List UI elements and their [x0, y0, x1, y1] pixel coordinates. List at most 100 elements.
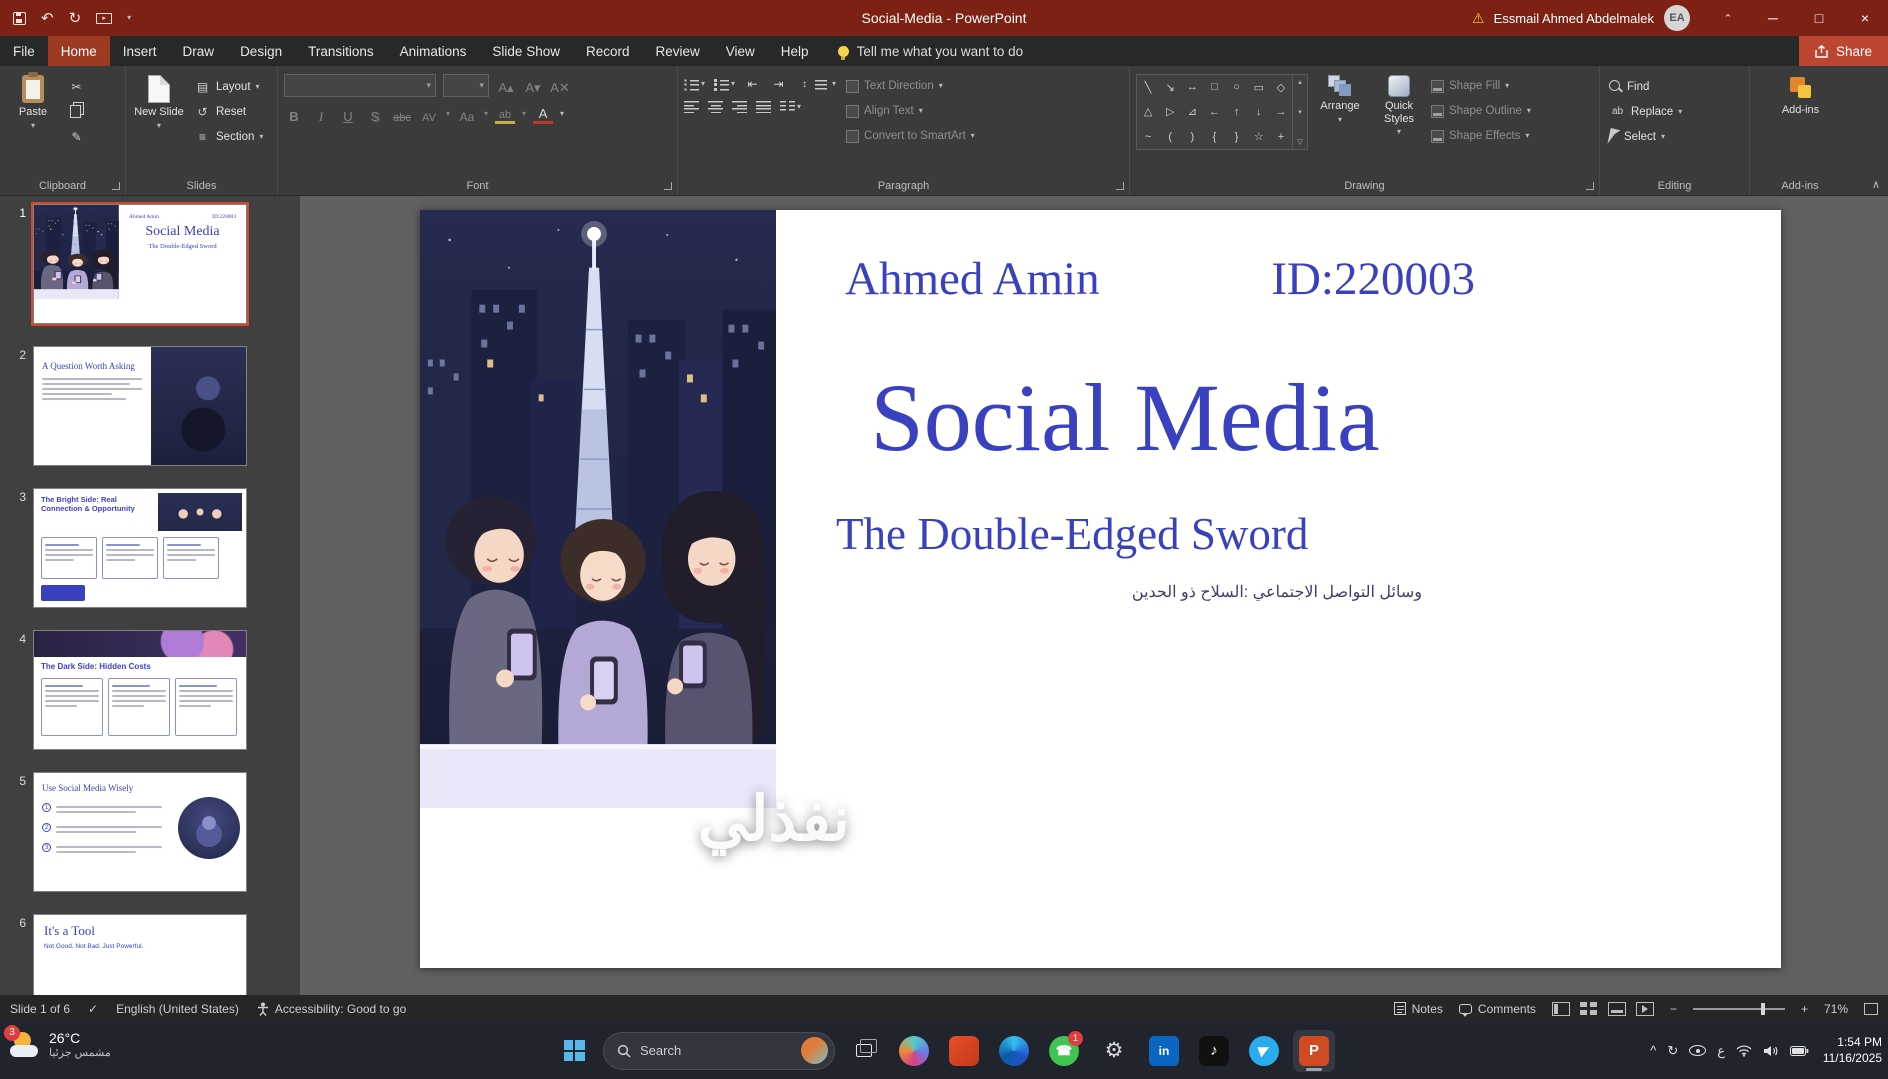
- weather-widget[interactable]: 3 26°C مشمس جزئيا: [4, 1024, 111, 1060]
- clear-formatting-button[interactable]: A✕: [550, 76, 570, 96]
- tab-draw[interactable]: Draw: [170, 36, 228, 66]
- increase-indent-button[interactable]: ⇥: [770, 76, 787, 92]
- share-button[interactable]: Share: [1798, 36, 1888, 66]
- collapse-ribbon-icon[interactable]: ∧: [1872, 178, 1880, 191]
- start-from-beginning-icon[interactable]: ▸: [96, 12, 113, 24]
- numbering-button[interactable]: ▾: [714, 77, 735, 91]
- slide-thumbnail-3[interactable]: The Bright Side: Real Connection & Oppor…: [33, 488, 247, 608]
- slide-thumbnail-5[interactable]: Use Social Media Wisely 1 2 3: [33, 772, 247, 892]
- normal-view-button[interactable]: [1551, 1001, 1570, 1016]
- columns-button[interactable]: ▾: [780, 100, 801, 113]
- cut-button[interactable]: ✂: [65, 76, 88, 97]
- format-painter-button[interactable]: ✎: [65, 126, 88, 147]
- add-ins-button[interactable]: Add-ins: [1774, 72, 1828, 175]
- task-view-button[interactable]: [843, 1030, 885, 1072]
- slide-title[interactable]: Social Media: [820, 362, 1430, 473]
- replace-button[interactable]: ab Replace ▾: [1606, 101, 1685, 122]
- align-center-button[interactable]: [708, 100, 723, 113]
- align-right-button[interactable]: [732, 100, 747, 113]
- slide-subtitle[interactable]: The Double-Edged Sword: [836, 508, 1308, 560]
- shape-outline-button[interactable]: Shape Outline ▾: [1431, 101, 1531, 121]
- redo-icon[interactable]: ↻: [69, 11, 82, 26]
- find-button[interactable]: Find: [1606, 76, 1685, 97]
- paste-button[interactable]: Paste ▾: [6, 72, 60, 175]
- line-spacing-button[interactable]: ↕ ▾: [796, 76, 836, 92]
- telegram-button[interactable]: [1243, 1030, 1285, 1072]
- align-left-button[interactable]: [684, 100, 699, 113]
- bullets-button[interactable]: ▾: [684, 77, 705, 91]
- tab-review[interactable]: Review: [643, 36, 713, 66]
- minimize-button[interactable]: ─: [1750, 0, 1796, 36]
- quick-styles-button[interactable]: Quick Styles ▾: [1372, 72, 1426, 175]
- zoom-slider[interactable]: [1692, 1002, 1785, 1015]
- drawing-dialog-launcher-icon[interactable]: [1586, 182, 1594, 190]
- settings-button[interactable]: ⚙: [1093, 1030, 1135, 1072]
- font-name-combobox[interactable]: ▾: [284, 74, 436, 97]
- zoom-in-button[interactable]: +: [1801, 1002, 1808, 1016]
- change-case-button[interactable]: Aa: [457, 104, 477, 124]
- font-size-combobox[interactable]: ▾: [443, 74, 489, 97]
- slideshow-view-button[interactable]: [1635, 1001, 1654, 1016]
- tab-record[interactable]: Record: [573, 36, 643, 66]
- font-dialog-launcher-icon[interactable]: [664, 182, 672, 190]
- tab-file[interactable]: File: [0, 36, 48, 66]
- spellcheck-icon[interactable]: ✓: [88, 1002, 98, 1016]
- customize-qat-icon[interactable]: ▾: [127, 14, 131, 22]
- close-button[interactable]: ×: [1842, 0, 1888, 36]
- sync-icon[interactable]: ↻: [1667, 1043, 1678, 1059]
- language-indicator[interactable]: English (United States): [116, 1002, 239, 1016]
- tab-animations[interactable]: Animations: [387, 36, 480, 66]
- author-text-box[interactable]: Ahmed Amin ID:220003: [845, 252, 1475, 306]
- microsoft-365-button[interactable]: [943, 1030, 985, 1072]
- shapes-gallery[interactable]: ╲ ↘ ↔ □ ○ ▭ ◇ △ ▷ ⊿ ← ↑ ↓ → ~(){} ☆ + ▴ ▾ ▽: [1136, 74, 1308, 150]
- ribbon-display-options-icon[interactable]: ⌃: [1706, 0, 1750, 36]
- character-spacing-button[interactable]: AV: [419, 104, 439, 124]
- arrange-button[interactable]: Arrange ▾: [1313, 72, 1367, 175]
- font-color-button[interactable]: A: [533, 104, 554, 124]
- underline-button[interactable]: U: [338, 104, 358, 124]
- taskbar-clock[interactable]: 1:54 PM 11/16/2025: [1820, 1035, 1882, 1066]
- fit-slide-to-window-button[interactable]: [1864, 1002, 1878, 1015]
- slide-sorter-view-button[interactable]: [1579, 1001, 1598, 1016]
- section-button[interactable]: ≡ Section ▾: [191, 126, 266, 147]
- maximize-button[interactable]: □: [1796, 0, 1842, 36]
- decrease-indent-button[interactable]: ⇤: [744, 76, 761, 92]
- hidden-icons-chevron[interactable]: ^: [1650, 1043, 1656, 1058]
- bold-button[interactable]: B: [284, 104, 304, 124]
- battery-icon[interactable]: [1790, 1045, 1809, 1056]
- reading-view-button[interactable]: [1607, 1001, 1626, 1016]
- slide-thumbnail-2[interactable]: A Question Worth Asking: [33, 346, 247, 466]
- reset-button[interactable]: ↺ Reset: [191, 101, 266, 122]
- tab-insert[interactable]: Insert: [110, 36, 170, 66]
- warning-icon[interactable]: ⚠: [1472, 10, 1485, 27]
- zoom-level[interactable]: 71%: [1824, 1002, 1848, 1016]
- tab-transitions[interactable]: Transitions: [295, 36, 387, 66]
- tab-slide-show[interactable]: Slide Show: [479, 36, 573, 66]
- slide-arabic-caption[interactable]: وسائل التواصل الاجتماعي :السلاح ذو الحدي…: [1060, 582, 1422, 602]
- accessibility-checker[interactable]: Accessibility: Good to go: [257, 1002, 406, 1016]
- save-icon[interactable]: [13, 11, 26, 25]
- zoom-out-button[interactable]: −: [1670, 1002, 1677, 1016]
- new-slide-button[interactable]: New Slide ▾: [132, 72, 186, 175]
- wifi-icon[interactable]: [1736, 1044, 1752, 1057]
- tab-help[interactable]: Help: [768, 36, 822, 66]
- account-avatar[interactable]: EA: [1664, 5, 1690, 31]
- grow-font-button[interactable]: A▴: [496, 76, 516, 96]
- powerpoint-taskbar-button[interactable]: P: [1293, 1029, 1335, 1072]
- clipboard-dialog-launcher-icon[interactable]: [112, 182, 120, 190]
- text-direction-button[interactable]: Text Direction ▾: [846, 76, 975, 96]
- shape-fill-button[interactable]: Shape Fill ▾: [1431, 76, 1531, 96]
- volume-icon[interactable]: [1763, 1045, 1779, 1057]
- current-slide[interactable]: Ahmed Amin ID:220003 Social Media The Do…: [420, 210, 1781, 968]
- tiktok-button[interactable]: ♪: [1193, 1030, 1235, 1072]
- copy-button[interactable]: [65, 101, 88, 122]
- italic-button[interactable]: I: [311, 104, 331, 124]
- account-user-name[interactable]: Essmail Ahmed Abdelmalek: [1494, 11, 1654, 26]
- align-text-button[interactable]: Align Text ▾: [846, 101, 975, 121]
- tab-design[interactable]: Design: [227, 36, 295, 66]
- strikethrough-button[interactable]: abc: [392, 104, 412, 124]
- tab-home[interactable]: Home: [47, 36, 110, 66]
- start-button[interactable]: [553, 1030, 595, 1072]
- text-shadow-button[interactable]: S: [365, 104, 385, 124]
- slide-thumbnail-1[interactable]: Ahmed Amin ID:220003 Social Media The Dou…: [31, 202, 249, 326]
